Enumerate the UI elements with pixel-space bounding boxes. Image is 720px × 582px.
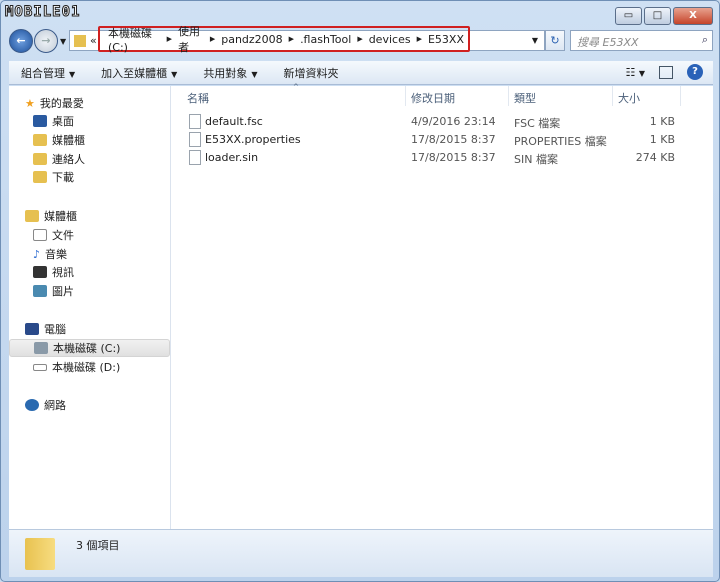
breadcrumb-item[interactable]: pandz2008 bbox=[217, 33, 286, 46]
help-icon[interactable]: ? bbox=[687, 64, 703, 80]
chevron-right-icon[interactable]: ▶ bbox=[415, 35, 424, 43]
nav-libraries[interactable]: 媒體櫃 bbox=[25, 207, 77, 225]
file-type: FSC 檔案 bbox=[514, 117, 561, 130]
add-to-library-button[interactable]: 加入至媒體櫃 ▼ bbox=[101, 65, 177, 81]
nav-drive-d[interactable]: 本機磁碟 (D:) bbox=[33, 358, 120, 376]
file-size: 1 KB bbox=[649, 115, 675, 128]
file-icon bbox=[189, 114, 201, 129]
file-size: 1 KB bbox=[649, 133, 675, 146]
nav-contacts[interactable]: 連絡人 bbox=[33, 150, 85, 168]
column-type[interactable]: 類型 bbox=[514, 90, 536, 106]
forward-button[interactable]: → bbox=[34, 29, 58, 53]
file-icon bbox=[189, 150, 201, 165]
organize-button[interactable]: 組合管理 ▼ bbox=[21, 65, 75, 81]
breadcrumb-item[interactable]: devices bbox=[365, 33, 415, 46]
file-date: 17/8/2015 8:37 bbox=[411, 151, 496, 164]
view-options-icon[interactable]: ☷ ▼ bbox=[625, 66, 645, 79]
column-headers: 名稱 ^ 修改日期 類型 大小 bbox=[179, 83, 713, 106]
computer-icon bbox=[25, 323, 39, 335]
maximize-button[interactable]: □ bbox=[644, 7, 671, 25]
details-pane: 3 個項目 bbox=[9, 529, 713, 577]
back-button[interactable]: ← bbox=[9, 29, 33, 53]
file-type: PROPERTIES 檔案 bbox=[514, 135, 607, 148]
folder-icon bbox=[25, 538, 55, 570]
chevron-right-icon[interactable]: ▶ bbox=[165, 35, 174, 43]
video-icon bbox=[33, 266, 47, 278]
drive-icon bbox=[33, 363, 47, 371]
breadcrumb-overflow[interactable]: « bbox=[90, 34, 97, 47]
minimize-button[interactable]: ▭ bbox=[615, 7, 642, 25]
file-name: default.fsc bbox=[205, 115, 263, 128]
nav-documents[interactable]: 文件 bbox=[33, 226, 74, 244]
library-icon bbox=[33, 134, 47, 146]
command-bar: 組合管理 ▼ 加入至媒體櫃 ▼ 共用對象 ▼ 新增資料夾 ☷ ▼ ? bbox=[9, 61, 713, 85]
chevron-right-icon[interactable]: ▶ bbox=[355, 35, 364, 43]
star-icon: ★ bbox=[25, 96, 35, 110]
preview-pane-icon[interactable] bbox=[659, 65, 673, 79]
network-icon bbox=[25, 399, 39, 411]
file-row[interactable]: default.fsc 4/9/2016 23:14 FSC 檔案 1 KB bbox=[179, 113, 709, 131]
close-button[interactable]: X bbox=[673, 7, 713, 25]
nav-pictures[interactable]: 圖片 bbox=[33, 282, 74, 300]
file-row[interactable]: loader.sin 17/8/2015 8:37 SIN 檔案 274 KB bbox=[179, 149, 709, 167]
nav-music[interactable]: ♪ 音樂 bbox=[33, 245, 67, 263]
file-type: SIN 檔案 bbox=[514, 153, 558, 166]
file-date: 4/9/2016 23:14 bbox=[411, 115, 496, 128]
nav-drive-c[interactable]: 本機磁碟 (C:) bbox=[9, 339, 170, 357]
picture-icon bbox=[33, 285, 47, 297]
nav-libraries-fav[interactable]: 媒體櫃 bbox=[33, 131, 85, 149]
share-button[interactable]: 共用對象 ▼ bbox=[203, 65, 257, 81]
content-area: ★ 我的最愛 桌面 媒體櫃 連絡人 下載 媒體櫃 文件 ♪ 音樂 視訊 圖片 電腦 … bbox=[9, 83, 713, 529]
item-count: 3 個項目 bbox=[76, 539, 120, 552]
library-icon bbox=[25, 210, 39, 222]
sort-ascending-icon: ^ bbox=[293, 83, 299, 91]
search-input[interactable]: 搜尋 E53XX ⌕ bbox=[570, 30, 713, 51]
folder-icon bbox=[74, 34, 86, 47]
breadcrumb-item[interactable]: 本機磁碟 (C:) bbox=[104, 25, 165, 54]
drive-icon bbox=[34, 342, 48, 354]
column-name[interactable]: 名稱 bbox=[187, 90, 209, 106]
file-name: E53XX.properties bbox=[205, 133, 301, 146]
new-folder-button[interactable]: 新增資料夾 bbox=[283, 65, 338, 81]
nav-desktop[interactable]: 桌面 bbox=[33, 112, 74, 130]
file-size: 274 KB bbox=[635, 151, 675, 164]
document-icon bbox=[33, 229, 47, 241]
file-name: loader.sin bbox=[205, 151, 259, 164]
history-dropdown-icon[interactable]: ▼ bbox=[60, 37, 66, 46]
column-size[interactable]: 大小 bbox=[618, 90, 640, 106]
file-row[interactable]: E53XX.properties 17/8/2015 8:37 PROPERTI… bbox=[179, 131, 709, 149]
breadcrumb-item[interactable]: E53XX bbox=[424, 33, 468, 46]
breadcrumb-item[interactable]: 使用者 bbox=[174, 23, 208, 55]
breadcrumb-item[interactable]: .flashTool bbox=[296, 33, 355, 46]
nav-videos[interactable]: 視訊 bbox=[33, 263, 74, 281]
chevron-right-icon[interactable]: ▶ bbox=[287, 35, 296, 43]
refresh-button[interactable]: ↻ bbox=[545, 30, 565, 51]
file-date: 17/8/2015 8:37 bbox=[411, 133, 496, 146]
nav-favorites[interactable]: ★ 我的最愛 bbox=[25, 94, 84, 112]
mobile01-logo: MOBILE01 bbox=[4, 4, 81, 21]
nav-downloads[interactable]: 下載 bbox=[33, 168, 74, 186]
nav-network[interactable]: 網路 bbox=[25, 396, 66, 414]
nav-computer[interactable]: 電腦 bbox=[25, 320, 66, 338]
column-date[interactable]: 修改日期 bbox=[411, 90, 455, 106]
address-dropdown-icon[interactable]: ▼ bbox=[532, 36, 538, 45]
desktop-icon bbox=[33, 115, 47, 127]
contacts-icon bbox=[33, 153, 47, 165]
explorer-window: MOBILE01 ▭ □ X ← → ▼ « ▼ 本機磁碟 (C:) ▶ 使用者 ▶… bbox=[0, 0, 720, 582]
navigation-pane: ★ 我的最愛 桌面 媒體櫃 連絡人 下載 媒體櫃 文件 ♪ 音樂 視訊 圖片 電腦 … bbox=[9, 86, 171, 529]
search-placeholder: 搜尋 E53XX bbox=[577, 36, 639, 49]
chevron-right-icon[interactable]: ▶ bbox=[208, 35, 217, 43]
breadcrumb: 本機磁碟 (C:) ▶ 使用者 ▶ pandz2008 ▶ .flashTool ▶ d… bbox=[98, 23, 470, 55]
music-icon: ♪ bbox=[33, 247, 41, 261]
file-icon bbox=[189, 132, 201, 147]
downloads-icon bbox=[33, 171, 47, 183]
search-icon[interactable]: ⌕ bbox=[702, 33, 708, 47]
